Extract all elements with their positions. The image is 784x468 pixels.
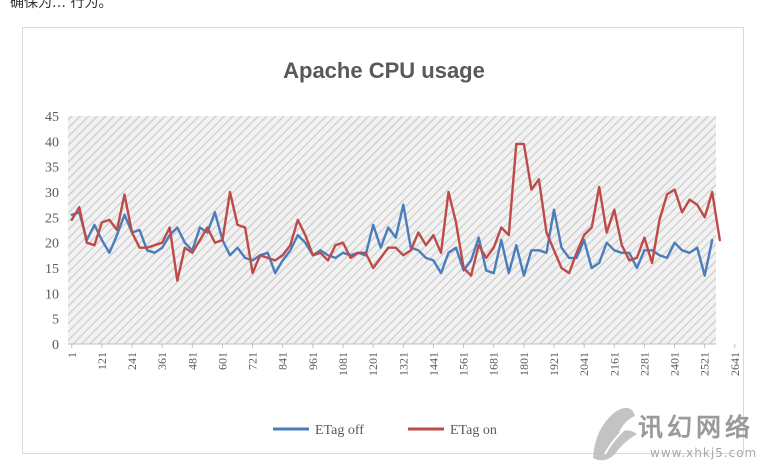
x-tick-label: 601 — [215, 352, 229, 370]
y-tick-label: 30 — [45, 186, 59, 201]
x-tick-label: 841 — [276, 352, 290, 370]
x-tick-label: 2401 — [668, 352, 682, 376]
x-tick-label: 2281 — [637, 352, 651, 376]
x-tick-label: 481 — [185, 352, 199, 370]
x-tick-label: 1081 — [336, 352, 350, 376]
x-tick-label: 1201 — [366, 352, 380, 376]
y-tick-label: 10 — [45, 287, 59, 302]
x-tick-label: 1921 — [547, 352, 561, 376]
x-tick-label: 2161 — [607, 352, 621, 376]
y-axis: 0 5 10 15 20 25 30 35 40 45 — [45, 110, 59, 353]
x-tick-label: 2521 — [698, 352, 712, 376]
x-tick-label: 1441 — [426, 352, 440, 376]
y-tick-label: 0 — [52, 338, 59, 353]
x-tick-label: 1681 — [487, 352, 501, 376]
watermark-name: 讯幻网络 — [638, 413, 755, 442]
watermark-url: www.xhkj5.com — [650, 446, 758, 460]
y-tick-label: 45 — [45, 110, 59, 125]
y-tick-label: 20 — [45, 237, 59, 252]
x-tick-label: 721 — [246, 352, 260, 370]
y-tick-label: 5 — [52, 313, 59, 328]
x-tick-label: 1321 — [396, 352, 410, 376]
x-tick-label: 361 — [155, 352, 169, 370]
x-tick-label: 121 — [95, 352, 109, 370]
legend-label: ETag off — [315, 423, 364, 438]
legend-label: ETag on — [450, 423, 497, 438]
y-tick-label: 25 — [45, 211, 59, 226]
chart-frame: Apache CPU usage 0 5 10 15 20 25 30 35 40 45 1 121… — [22, 27, 744, 454]
y-tick-label: 40 — [45, 135, 59, 150]
x-tick-label: 241 — [125, 352, 139, 370]
line-chart: Apache CPU usage 0 5 10 15 20 25 30 35 40 45 1 121… — [45, 58, 742, 438]
x-tick-label: 1801 — [517, 352, 531, 376]
x-tick-label: 961 — [306, 352, 320, 370]
x-axis: 1 121 241 361 481 601 721 841 961 1081 1201 1321 144… — [65, 343, 742, 376]
x-tick-label: 2641 — [728, 352, 742, 376]
y-tick-label: 35 — [45, 161, 59, 176]
chart-title: Apache CPU usage — [283, 58, 485, 83]
x-tick-label: 2041 — [577, 352, 591, 376]
clipped-caption-text: 确保为… 行为。 — [10, 0, 113, 11]
x-tick-label: 1561 — [457, 352, 471, 376]
x-tick-label: 1 — [65, 352, 79, 358]
y-tick-label: 15 — [45, 262, 59, 277]
legend: ETag off ETag on — [273, 423, 497, 438]
